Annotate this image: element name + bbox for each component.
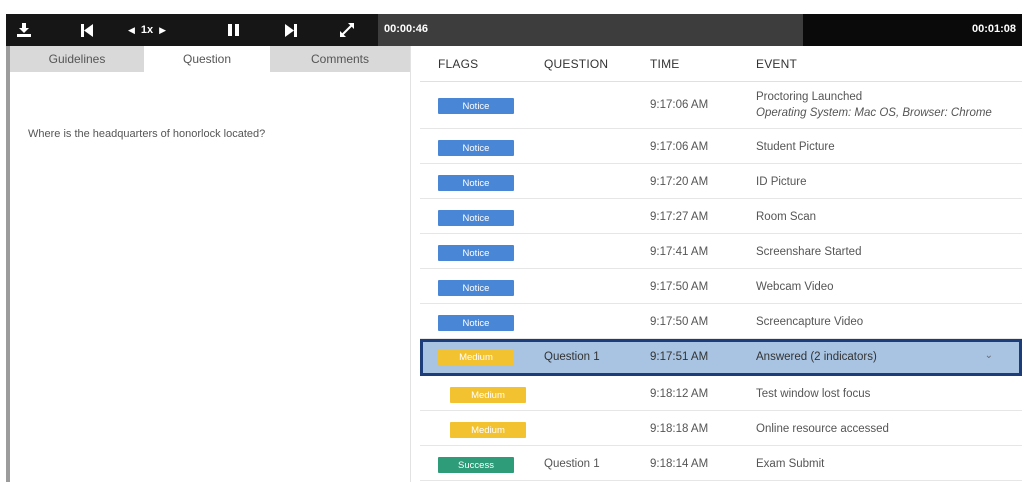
time-cell: 9:17:50 AM bbox=[650, 281, 709, 293]
table-row[interactable]: Notice 9:17:06 AM Proctoring Launched Op… bbox=[420, 82, 1022, 129]
flag-badge: Notice bbox=[438, 175, 514, 191]
table-row[interactable]: Notice 9:17:50 AM Screencapture Video bbox=[420, 304, 1022, 339]
column-header-flags: FLAGS bbox=[438, 57, 479, 71]
event-cell: Screenshare Started bbox=[756, 246, 862, 258]
flag-badge: Medium bbox=[450, 422, 526, 438]
flag-badge: Notice bbox=[438, 245, 514, 261]
time-cell: 9:17:27 AM bbox=[650, 211, 709, 223]
tab-comments[interactable]: Comments bbox=[270, 46, 410, 72]
table-row[interactable]: Notice 9:17:50 AM Webcam Video bbox=[420, 269, 1022, 304]
column-header-question: QUESTION bbox=[544, 57, 609, 71]
playback-timeline[interactable]: 00:00:46 00:01:08 bbox=[378, 14, 1022, 46]
event-cell: Exam Submit bbox=[756, 458, 825, 470]
time-cell: 9:17:50 AM bbox=[650, 316, 709, 328]
skip-to-start-button[interactable] bbox=[74, 14, 100, 46]
skip-forward-icon bbox=[285, 23, 297, 37]
table-header: FLAGS QUESTION TIME EVENT bbox=[420, 46, 1022, 82]
skip-back-icon bbox=[81, 23, 93, 37]
event-cell: Online resource accessed bbox=[756, 423, 889, 435]
pause-icon bbox=[227, 24, 239, 36]
playback-speed-control[interactable]: ◀ 1x ▶ bbox=[128, 14, 166, 46]
time-cell: 9:18:18 AM bbox=[650, 423, 709, 435]
table-row-selected[interactable]: Medium Question 1 9:17:51 AM Answered (2… bbox=[420, 339, 1022, 376]
flag-badge: Success bbox=[438, 457, 514, 473]
speed-increase-icon[interactable]: ▶ bbox=[159, 25, 166, 36]
table-row[interactable]: Notice 9:17:06 AM Student Picture bbox=[420, 129, 1022, 164]
flag-badge: Notice bbox=[438, 140, 514, 156]
flag-badge: Medium bbox=[450, 387, 526, 403]
question-cell: Question 1 bbox=[544, 458, 600, 470]
event-cell: Screencapture Video bbox=[756, 316, 864, 328]
event-cell: Student Picture bbox=[756, 141, 835, 153]
flag-badge: Notice bbox=[438, 98, 514, 114]
fullscreen-button[interactable] bbox=[334, 14, 360, 46]
time-cell: 9:17:51 AM bbox=[650, 351, 709, 363]
event-title: Proctoring Launched bbox=[756, 91, 863, 103]
table-row[interactable]: Notice 9:17:20 AM ID Picture bbox=[420, 164, 1022, 199]
skip-to-end-button[interactable] bbox=[278, 14, 304, 46]
time-cell: 9:17:06 AM bbox=[650, 99, 709, 111]
time-cell: 9:18:12 AM bbox=[650, 388, 709, 400]
tab-guidelines[interactable]: Guidelines bbox=[10, 46, 144, 72]
question-cell: Question 1 bbox=[544, 351, 600, 363]
pause-button[interactable] bbox=[220, 14, 246, 46]
table-row[interactable]: Notice 9:17:27 AM Room Scan bbox=[420, 199, 1022, 234]
time-cell: 9:17:20 AM bbox=[650, 176, 709, 188]
time-cell: 9:17:06 AM bbox=[650, 141, 709, 153]
flag-badge: Medium bbox=[438, 349, 514, 365]
events-table: FLAGS QUESTION TIME EVENT Notice 9:17:06… bbox=[420, 46, 1022, 482]
speed-label: 1x bbox=[140, 24, 154, 36]
proctoring-review-panel: ◀ 1x ▶ 00:00:46 00:01:08 Guidelines Ques… bbox=[6, 14, 1022, 482]
flag-badge: Notice bbox=[438, 280, 514, 296]
expand-icon bbox=[340, 23, 354, 37]
download-button[interactable] bbox=[10, 14, 38, 46]
end-time: 00:01:08 bbox=[971, 23, 1016, 35]
event-cell: Test window lost focus bbox=[756, 388, 871, 400]
event-cell: Room Scan bbox=[756, 211, 817, 223]
table-row-indicator[interactable]: Medium 9:18:18 AM Online resource access… bbox=[420, 411, 1022, 446]
chevron-down-icon[interactable]: ⌄ bbox=[985, 350, 993, 361]
tab-question[interactable]: Question bbox=[144, 46, 270, 72]
table-row[interactable]: Success Question 1 9:18:14 AM Exam Submi… bbox=[420, 446, 1022, 481]
time-cell: 9:17:41 AM bbox=[650, 246, 709, 258]
timeline-progress bbox=[378, 14, 803, 46]
event-cell: ID Picture bbox=[756, 176, 807, 188]
panel-divider bbox=[410, 46, 411, 482]
panel-tabs: Guidelines Question Comments bbox=[10, 46, 410, 72]
event-detail: Operating System: Mac OS, Browser: Chrom… bbox=[756, 107, 992, 119]
question-panel: Guidelines Question Comments Where is th… bbox=[6, 46, 410, 482]
table-row-indicator[interactable]: Medium 9:18:12 AM Test window lost focus bbox=[420, 376, 1022, 411]
column-header-time: TIME bbox=[650, 57, 680, 71]
column-header-event: EVENT bbox=[756, 57, 798, 71]
time-cell: 9:18:14 AM bbox=[650, 458, 709, 470]
table-row[interactable]: Notice 9:17:41 AM Screenshare Started bbox=[420, 234, 1022, 269]
current-time: 00:00:46 bbox=[384, 23, 429, 35]
playback-toolbar: ◀ 1x ▶ 00:00:46 00:01:08 bbox=[6, 14, 1022, 46]
event-cell: Answered (2 indicators) bbox=[756, 351, 877, 363]
flag-badge: Notice bbox=[438, 210, 514, 226]
download-icon bbox=[17, 23, 31, 37]
speed-decrease-icon[interactable]: ◀ bbox=[128, 25, 135, 36]
flag-badge: Notice bbox=[438, 315, 514, 331]
event-cell: Webcam Video bbox=[756, 281, 834, 293]
event-cell: Proctoring Launched Operating System: Ma… bbox=[756, 89, 992, 121]
question-text: Where is the headquarters of honorlock l… bbox=[28, 128, 266, 140]
